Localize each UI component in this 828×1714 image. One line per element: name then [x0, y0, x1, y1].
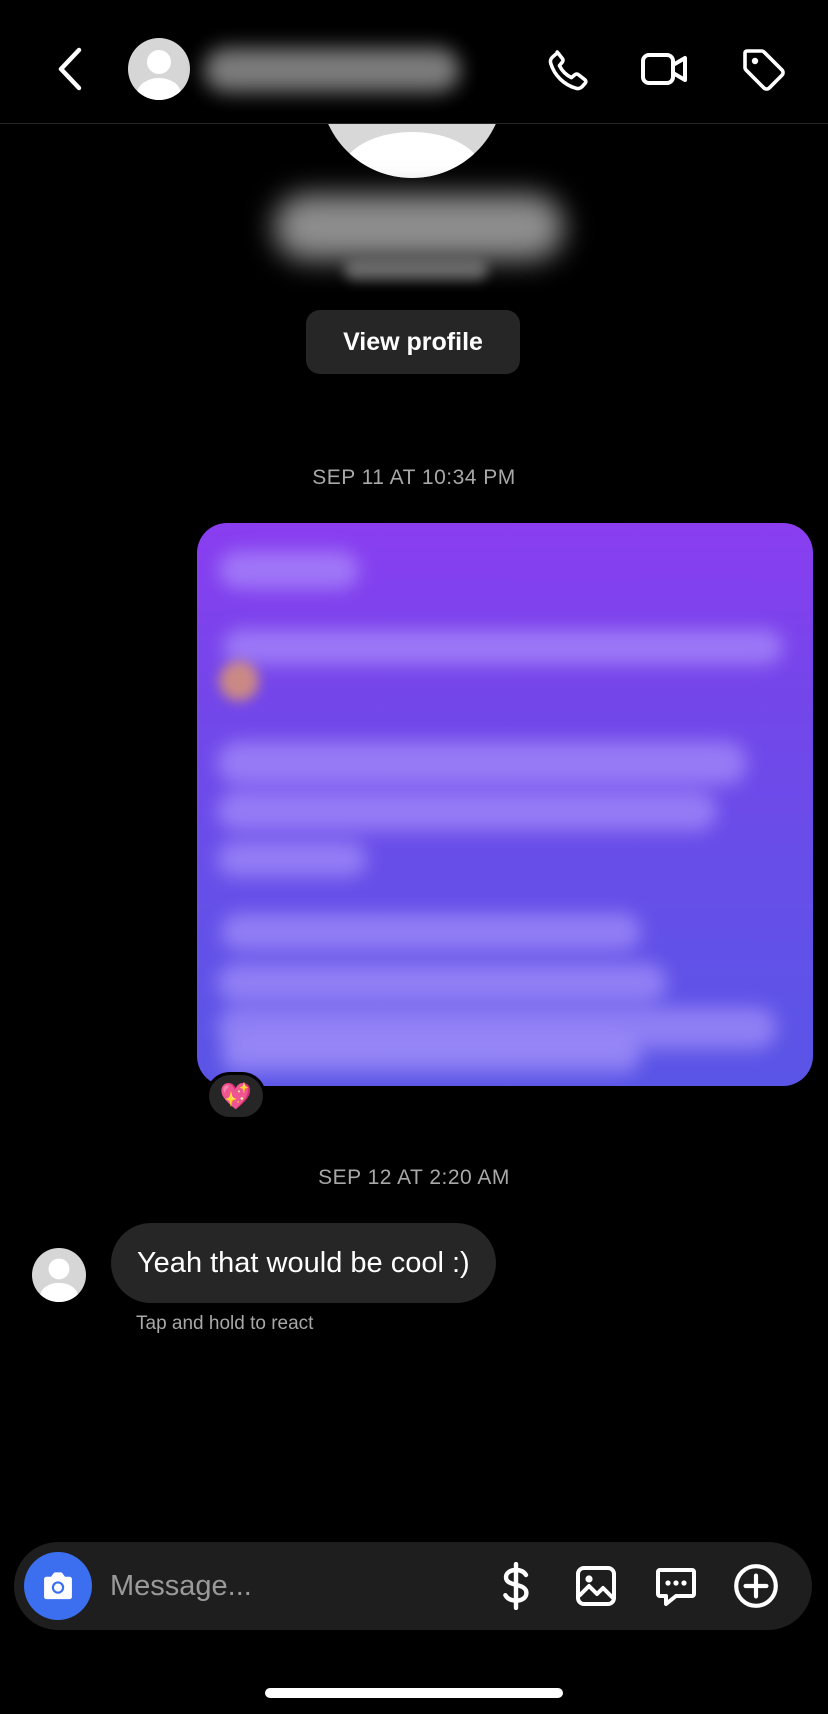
timestamp: SEP 11 AT 10:34 PM [312, 466, 516, 489]
shared-post-bubble[interactable] [197, 523, 813, 1086]
home-indicator[interactable] [265, 1688, 563, 1698]
message-composer [14, 1542, 812, 1630]
sender-avatar[interactable] [32, 1248, 86, 1302]
contact-name-redacted[interactable] [204, 48, 460, 92]
phone-icon[interactable] [541, 42, 595, 96]
avatar[interactable] [128, 38, 190, 100]
plus-circle-icon[interactable] [730, 1560, 782, 1612]
chevron-left-icon[interactable] [50, 44, 90, 94]
message-input[interactable] [110, 1556, 490, 1616]
thread-header [0, 0, 828, 124]
chat-bubble-dots-icon[interactable] [650, 1560, 702, 1612]
dollar-icon[interactable] [490, 1560, 542, 1612]
sparkling-heart-icon: 💖 [219, 1080, 253, 1111]
video-camera-icon[interactable] [638, 42, 692, 96]
received-message-bubble[interactable]: Yeah that would be cool :) [111, 1223, 496, 1303]
reaction-badge[interactable]: 💖 [206, 1072, 266, 1120]
message-text: Yeah that would be cool :) [137, 1246, 470, 1279]
react-hint: Tap and hold to react [136, 1313, 314, 1334]
profile-username-redacted [344, 258, 488, 280]
view-profile-button[interactable]: View profile [306, 310, 520, 374]
image-icon[interactable] [570, 1560, 622, 1612]
tag-icon[interactable] [736, 42, 790, 96]
dm-thread-screen: View profile SEP 11 AT 10:34 PM 💖 SEP 12… [0, 0, 828, 1714]
timestamp: SEP 12 AT 2:20 AM [318, 1166, 510, 1189]
profile-name-redacted [274, 194, 564, 260]
camera-icon[interactable] [24, 1552, 92, 1620]
